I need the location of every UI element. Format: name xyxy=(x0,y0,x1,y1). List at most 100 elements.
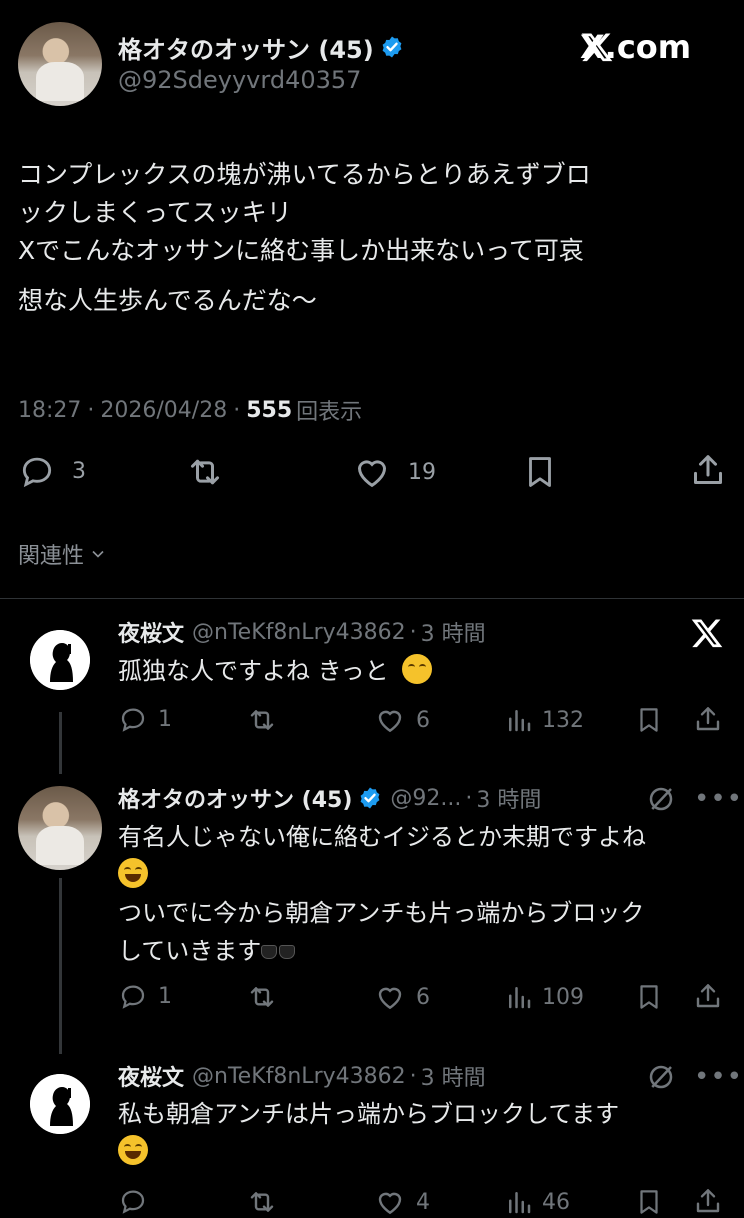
reply-text: 孤独な人ですよね きっと xyxy=(118,652,433,690)
post-text-line: コンプレックスの塊が沸いてるからとりあえずブロ xyxy=(18,160,591,189)
post-time[interactable]: 18:27 xyxy=(18,398,81,423)
repost-icon xyxy=(191,459,219,485)
views-count: 132 xyxy=(542,707,584,733)
repost-button[interactable] xyxy=(185,452,225,492)
bookmark-icon xyxy=(640,985,658,1009)
bookmark-button[interactable] xyxy=(634,704,664,736)
grok-icon[interactable] xyxy=(646,784,676,818)
sunglasses-emoji-icon xyxy=(261,945,296,959)
grok-icon[interactable] xyxy=(646,1062,676,1096)
reply-author-name[interactable]: 夜桜文 xyxy=(118,616,184,648)
bookmark-button[interactable] xyxy=(634,1186,664,1218)
reply-text-content: していきます xyxy=(118,937,262,965)
more-options-icon[interactable]: ••• xyxy=(694,784,743,814)
repost-button[interactable] xyxy=(246,704,278,736)
reply-time[interactable]: 3 時間 xyxy=(421,616,486,648)
heart-icon xyxy=(357,460,387,488)
reply-text-line xyxy=(118,1133,728,1171)
repost-button[interactable] xyxy=(246,981,278,1013)
views-button[interactable]: 46 xyxy=(504,1186,570,1218)
reply-button[interactable] xyxy=(118,1186,148,1216)
post-meta: 18:27 · 2026/04/28 · 555 回表示 xyxy=(18,394,362,426)
laughing-emoji-icon xyxy=(118,1135,148,1165)
repost-button[interactable] xyxy=(246,1186,278,1218)
reply-text-line xyxy=(118,856,728,894)
meta-separator: · xyxy=(465,785,473,811)
views-count: 46 xyxy=(542,1189,570,1215)
bookmark-icon xyxy=(640,1190,658,1214)
share-icon xyxy=(696,1189,720,1213)
reply-button[interactable]: 1 xyxy=(118,981,172,1011)
post-views-label: 回表示 xyxy=(296,400,363,425)
reply-avatar[interactable] xyxy=(30,630,90,690)
reply-avatar[interactable] xyxy=(30,1074,90,1134)
reply-author-name[interactable]: 夜桜文 xyxy=(118,1060,184,1092)
views-button[interactable]: 132 xyxy=(504,704,584,736)
bookmark-icon xyxy=(640,708,658,732)
post-text: コンプレックスの塊が沸いてるからとりあえずブロ ックしまくってスッキリ Xでこん… xyxy=(18,156,728,320)
author-name-row: 格オタのオッサン (45) xyxy=(118,30,404,64)
meta-separator: · xyxy=(409,619,417,645)
reply-text-content: 孤独な人ですよね きっと xyxy=(118,657,389,685)
reply-author-name[interactable]: 格オタのオッサン (45) xyxy=(118,782,352,814)
sort-dropdown[interactable]: 関連性 xyxy=(18,538,108,570)
repost-icon xyxy=(250,1192,274,1212)
share-button[interactable] xyxy=(692,703,724,735)
post-date[interactable]: 2026/04/28 xyxy=(100,398,227,423)
like-button[interactable]: 19 xyxy=(352,452,436,492)
thread-line xyxy=(59,712,62,774)
reply-header: 格オタのオッサン (45) @92... · 3 時間 xyxy=(118,782,541,814)
author-name[interactable]: 格オタのオッサン (45) xyxy=(118,30,374,65)
brand-watermark: X.com xyxy=(580,28,691,66)
reply-text-line: ついでに今から朝倉アンチも片っ端からブロック xyxy=(118,899,645,927)
reply-count: 3 xyxy=(72,458,86,484)
reply-count: 1 xyxy=(158,983,172,1009)
share-button[interactable] xyxy=(692,980,724,1012)
reply-button[interactable]: 3 xyxy=(18,452,86,490)
like-count: 6 xyxy=(416,984,430,1010)
share-icon xyxy=(696,984,720,1008)
views-button[interactable]: 109 xyxy=(504,981,584,1013)
share-button[interactable] xyxy=(688,450,728,490)
post-text-line: Xでこんなオッサンに絡む事しか出来ないって可哀 xyxy=(18,236,584,265)
like-button[interactable]: 4 xyxy=(374,1186,430,1218)
share-icon xyxy=(696,707,720,731)
post-text-line: ックしまくってスッキリ xyxy=(18,198,292,227)
reply-icon xyxy=(121,985,145,1009)
verified-badge-icon xyxy=(360,787,380,809)
section-divider xyxy=(0,598,744,599)
reply-time[interactable]: 3 時間 xyxy=(476,782,541,814)
heart-icon xyxy=(378,710,402,733)
author-avatar[interactable] xyxy=(18,22,102,106)
share-button[interactable] xyxy=(692,1185,724,1217)
brand-domain: X.com xyxy=(580,28,692,66)
like-count: 19 xyxy=(408,459,436,485)
like-button[interactable]: 6 xyxy=(374,981,430,1013)
reply-handle[interactable]: @nTeKf8nLry43862 xyxy=(192,1064,406,1089)
reply-icon xyxy=(22,457,52,488)
reply-text-line: 私も朝倉アンチは片っ端からブロックしてます xyxy=(118,1100,620,1128)
reply-button[interactable]: 1 xyxy=(118,704,172,734)
like-button[interactable]: 6 xyxy=(374,704,430,736)
reply-handle[interactable]: @nTeKf8nLry43862 xyxy=(192,620,406,645)
author-handle[interactable]: @92Sdeyyvrd40357 xyxy=(118,66,361,94)
x-logo-icon xyxy=(690,616,724,654)
bookmark-button[interactable] xyxy=(634,981,664,1013)
reply-count: 1 xyxy=(158,706,172,732)
views-count: 109 xyxy=(542,984,584,1010)
reply-header: 夜桜文 @nTeKf8nLry43862 · 3 時間 xyxy=(118,1060,486,1092)
heart-icon xyxy=(378,1192,402,1215)
bookmark-button[interactable] xyxy=(521,452,559,492)
smiling-emoji-icon xyxy=(402,654,433,684)
analytics-icon xyxy=(509,710,531,732)
reply-text-line: 有名人じゃない俺に絡むイジるとか末期ですよね xyxy=(118,823,646,851)
analytics-icon xyxy=(509,1192,531,1214)
post-views-count[interactable]: 555 xyxy=(246,398,292,423)
reply-time[interactable]: 3 時間 xyxy=(421,1060,486,1092)
more-options-icon[interactable]: ••• xyxy=(694,1062,743,1092)
reply-handle[interactable]: @92... xyxy=(390,786,461,811)
sort-label: 関連性 xyxy=(18,544,85,569)
bookmark-icon xyxy=(529,457,551,487)
meta-separator: · xyxy=(87,397,95,423)
reply-avatar[interactable] xyxy=(18,786,102,870)
